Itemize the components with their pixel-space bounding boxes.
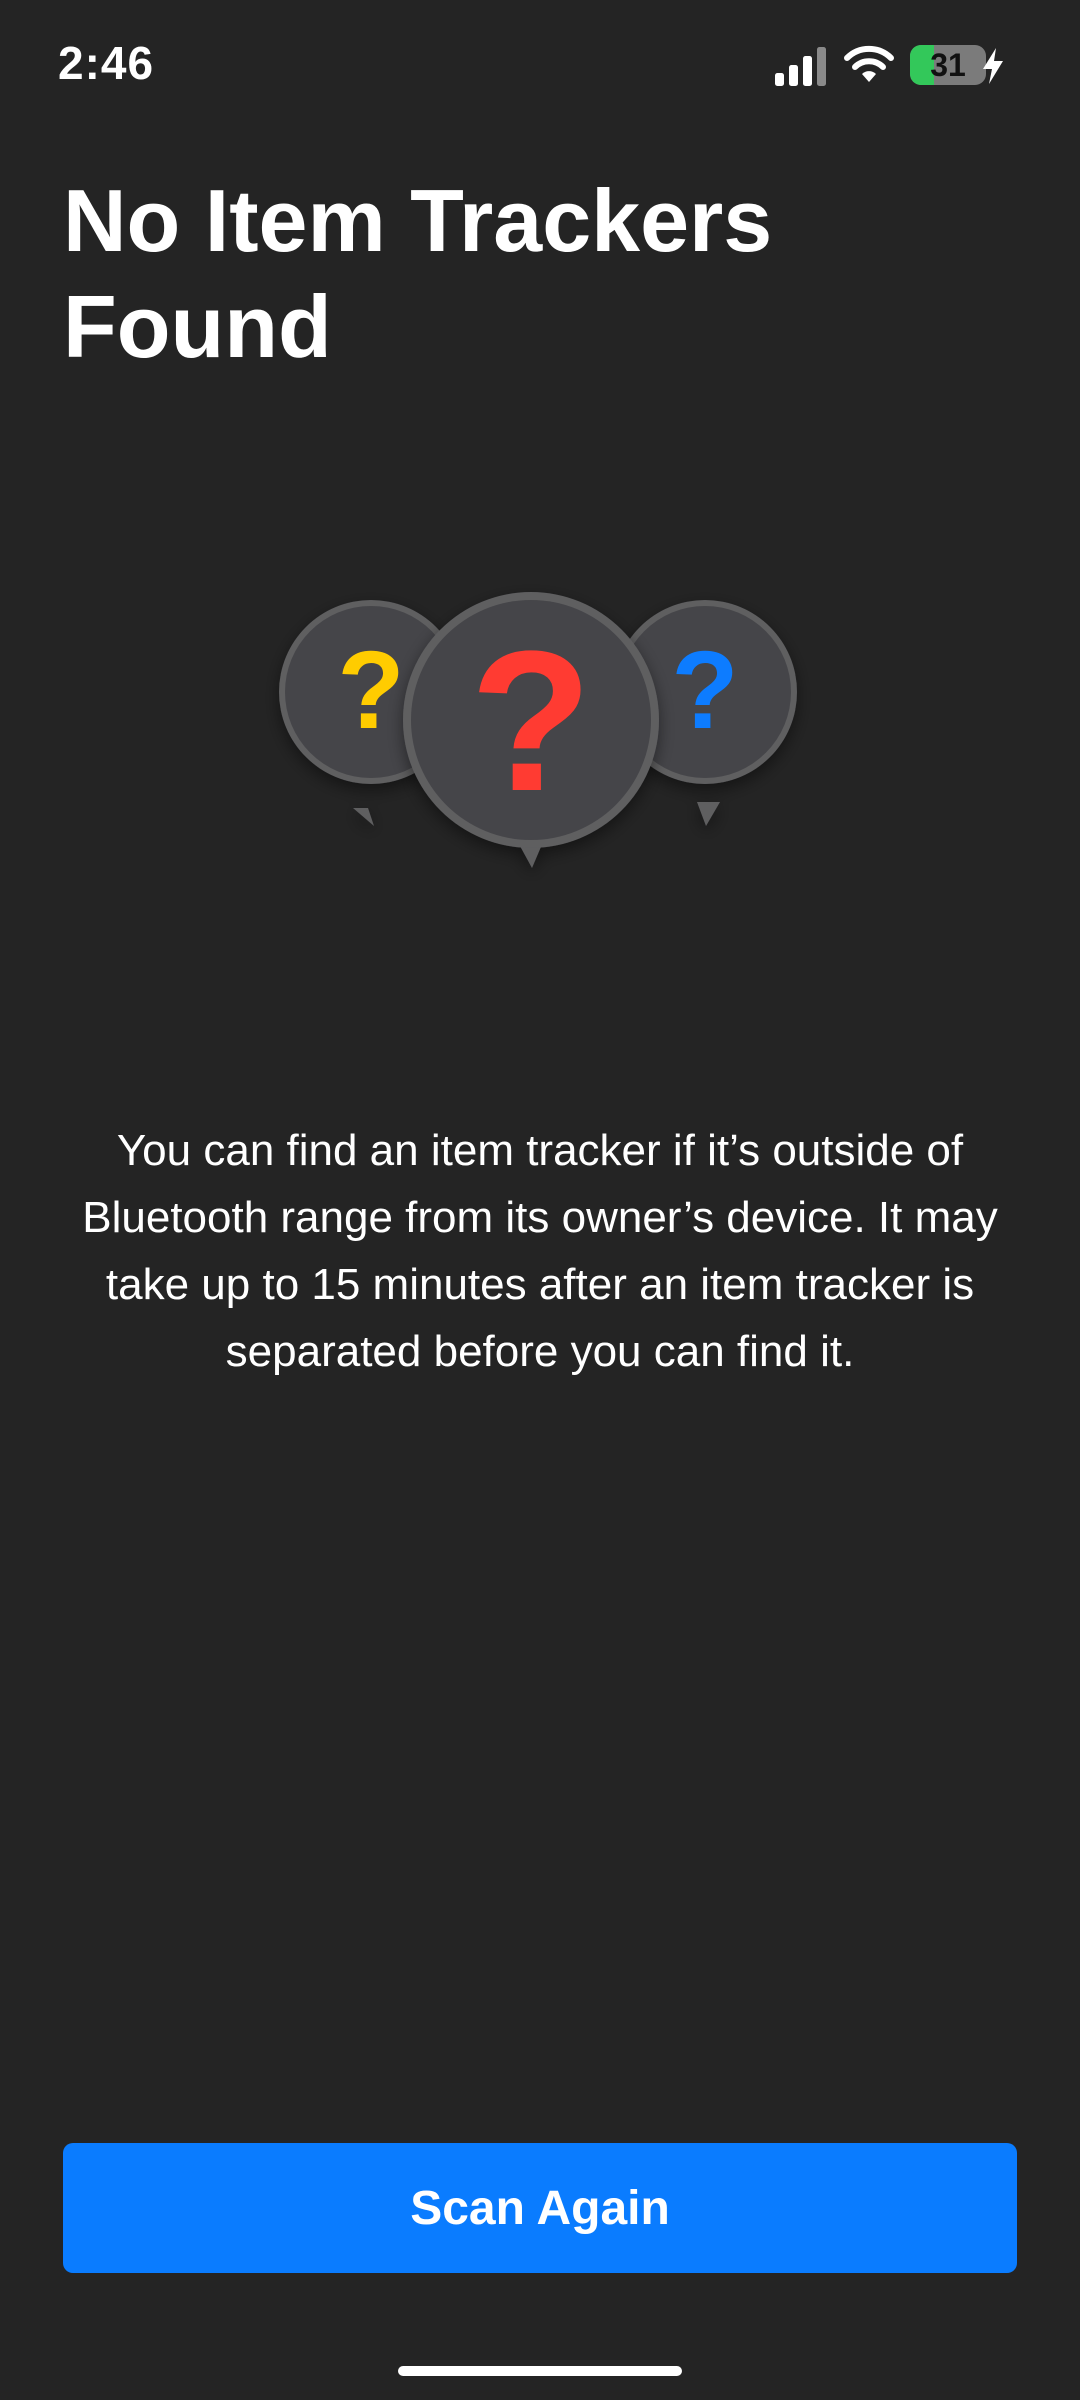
battery-level: 31 (930, 46, 966, 83)
status-bar: 2:46 31 (0, 0, 1080, 130)
signal-icon (775, 47, 826, 86)
wifi-icon (844, 45, 894, 82)
question-bubbles-illustration: ? ? ? (279, 592, 797, 868)
charging-icon (983, 48, 1003, 84)
question-mark-red: ? (470, 610, 592, 833)
question-bubble-red-icon: ? (403, 592, 659, 868)
home-indicator[interactable] (398, 2366, 682, 2376)
page-title: No Item Trackers Found (63, 171, 773, 376)
question-mark-yellow: ? (337, 629, 404, 752)
description-text: You can find an item tracker if it’s out… (82, 1126, 998, 1376)
question-mark-blue: ? (671, 629, 738, 752)
battery-icon: 31 (910, 45, 986, 85)
status-time: 2:46 (58, 37, 155, 89)
scan-again-button[interactable]: Scan Again (63, 2143, 1017, 2273)
screen: 2:46 31 No Item Trackers Found ? ? ? You… (0, 0, 1080, 2400)
